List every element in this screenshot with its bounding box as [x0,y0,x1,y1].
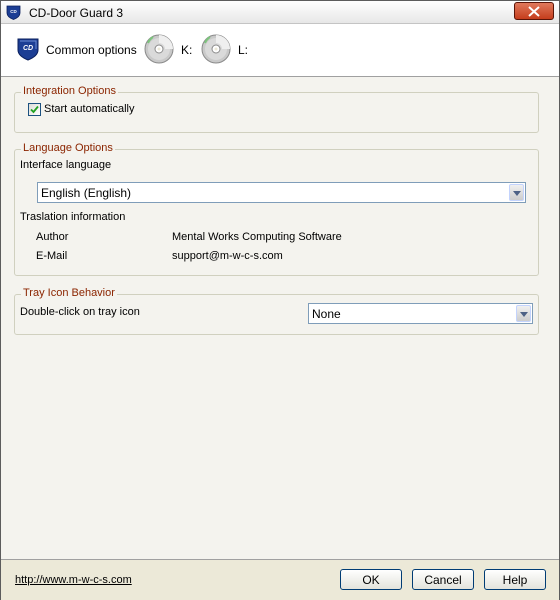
ok-button[interactable]: OK [340,569,402,590]
dialog-footer: http://www.m-w-c-s.com OK Cancel Help [1,559,559,600]
help-button[interactable]: Help [484,569,546,590]
close-button[interactable] [514,2,554,20]
author-label: Author [36,231,69,243]
double-click-tray-value: None [312,307,341,321]
interface-language-select[interactable]: English (English) [37,182,526,203]
window-title: CD-Door Guard 3 [29,6,124,20]
email-value: support@m-w-c-s.com [172,250,283,262]
start-automatically-checkbox[interactable] [28,103,41,116]
author-value: Mental Works Computing Software [172,231,342,243]
dropdown-arrow-button[interactable] [509,184,524,201]
app-window: CD CD-Door Guard 3 CD Common options K: … [0,0,560,600]
svg-text:CD: CD [10,9,17,14]
checkmark-icon [30,105,39,114]
toolbar-drive-k[interactable]: K: [143,24,192,76]
email-label: E-Mail [36,250,68,262]
chevron-down-icon [520,312,528,317]
toolbar-drive-l[interactable]: L: [200,24,248,76]
dropdown-arrow-button[interactable] [516,305,531,322]
translation-info-label: Traslation information [20,211,126,223]
cd-drive-icon [200,33,232,68]
interface-language-label: Interface language [20,159,112,171]
website-link[interactable]: http://www.m-w-c-s.com [15,574,132,586]
integration-options-group: Integration Options Start automatically [14,85,539,133]
tray-icon-behavior-title: Tray Icon Behavior [21,287,117,299]
shield-cd-icon: CD [16,37,40,64]
close-icon [528,6,540,17]
options-panel: Integration Options Start automatically … [1,77,559,559]
language-options-title: Language Options [21,142,115,154]
title-bar[interactable]: CD CD-Door Guard 3 [1,1,559,24]
chevron-down-icon [513,191,521,196]
toolbar-common-options[interactable]: CD Common options [16,24,137,76]
tray-icon-behavior-group: Tray Icon Behavior Double-click on tray … [14,287,539,335]
language-options-group: Language Options Interface language Engl… [14,142,539,276]
interface-language-value: English (English) [41,186,132,200]
start-automatically-label[interactable]: Start automatically [44,103,134,115]
drive-k-label: K: [181,43,193,57]
cd-drive-icon [143,33,175,68]
toolbar: CD Common options K: L: [1,24,559,77]
double-click-tray-select[interactable]: None [308,303,533,324]
svg-text:CD: CD [23,45,33,52]
common-options-label: Common options [46,43,137,57]
shield-logo-icon: CD [6,5,21,20]
double-click-tray-label: Double-click on tray icon [20,306,140,318]
drive-l-label: L: [238,43,249,57]
cancel-button[interactable]: Cancel [412,569,474,590]
integration-options-title: Integration Options [21,85,118,97]
